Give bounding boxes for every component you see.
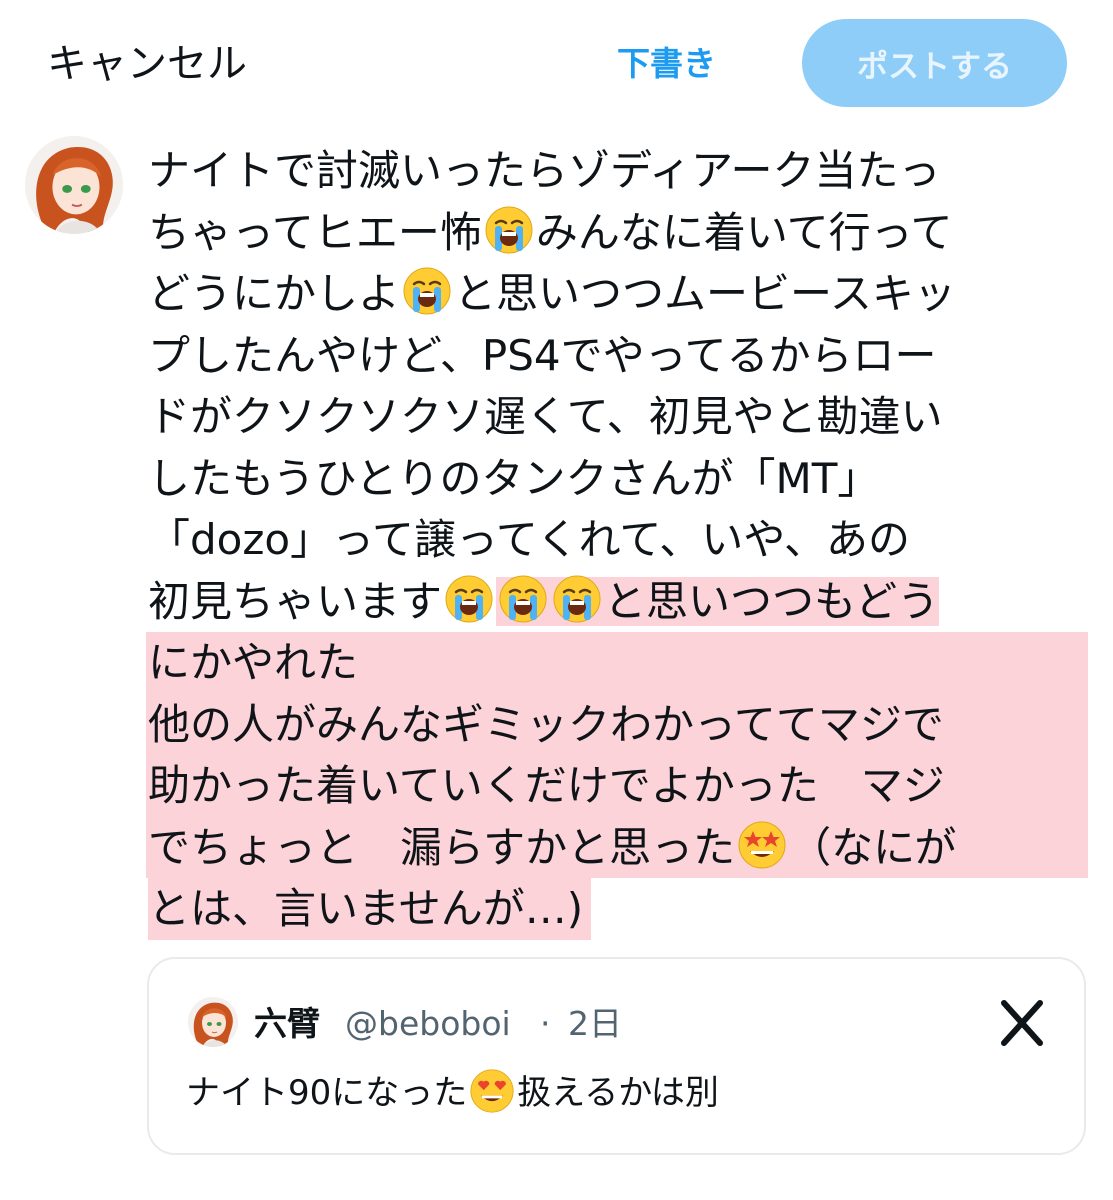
text-line-over-limit: にかやれた: [146, 632, 1088, 694]
quoted-post-card[interactable]: [147, 957, 1086, 1155]
close-icon: [1001, 1000, 1043, 1046]
text-line: プしたんやけど、PS4でやってるからロー: [148, 330, 937, 380]
quoted-post-time: 2日: [568, 1004, 622, 1043]
cancel-button[interactable]: キャンセル: [47, 38, 247, 90]
text-line-over-limit: 助かった着いていくだけでよかった マジ: [146, 755, 1088, 817]
text-line: どうにかしよ と思いつつムービースキッ: [148, 263, 1098, 325]
quoted-post-text: ナイト90になった 扱えるかは別: [186, 1067, 719, 1119]
text-line: ナイトで討滅いったらゾディアーク当たっ: [148, 146, 941, 195]
star-struck-icon: [737, 820, 787, 870]
text-line: ちゃってヒエー怖 みんなに着いて行って: [148, 202, 1098, 264]
drafts-button[interactable]: 下書き: [617, 40, 716, 88]
compose-header: キャンセル 下書き ポストする: [0, 0, 1113, 130]
avatar-image: [188, 997, 238, 1047]
avatar-image: [25, 136, 123, 234]
loudly-crying-face-icon: [444, 574, 494, 624]
text-line: とは、言いませんが…): [148, 878, 1098, 940]
text-line-over-limit: でちょっと 漏らすかと思った （なにが: [146, 816, 1088, 878]
quoted-author-name: 六臂: [254, 1004, 320, 1043]
text-line: 「dozo」って譲ってくれて、いや、あの: [148, 515, 911, 564]
loudly-crying-face-icon: [498, 574, 548, 624]
avatar[interactable]: [25, 136, 123, 234]
quoted-author-avatar: [188, 997, 238, 1047]
over-limit-highlight: と思いつつもどう: [496, 574, 940, 626]
text-line-over-limit: 他の人がみんなギミックわかっててマジで: [146, 693, 1088, 755]
text-line: したもうひとりのタンクさんが「MT」: [148, 453, 880, 503]
text-line: ドがクソクソクソ遅くて、初見やと勘違い: [148, 392, 943, 441]
remove-quote-button[interactable]: [998, 997, 1046, 1049]
compose-text-area[interactable]: ナイトで討滅いったらゾディアーク当たっ ちゃってヒエー怖 みんなに着いて行って ど…: [146, 140, 1098, 940]
text-line-over-limit: とは、言いませんが…): [148, 878, 592, 940]
text-line: 初見ちゃいます と思いつつもどう: [148, 571, 1098, 633]
smiling-face-with-heart-eyes-icon: [469, 1068, 515, 1114]
separator-dot: ·: [540, 1004, 551, 1043]
quoted-author-handle: @beboboi: [345, 1004, 511, 1043]
loudly-crying-face-icon: [484, 205, 534, 255]
loudly-crying-face-icon: [552, 574, 602, 624]
loudly-crying-face-icon: [402, 266, 452, 316]
post-button[interactable]: ポストする: [802, 19, 1067, 107]
